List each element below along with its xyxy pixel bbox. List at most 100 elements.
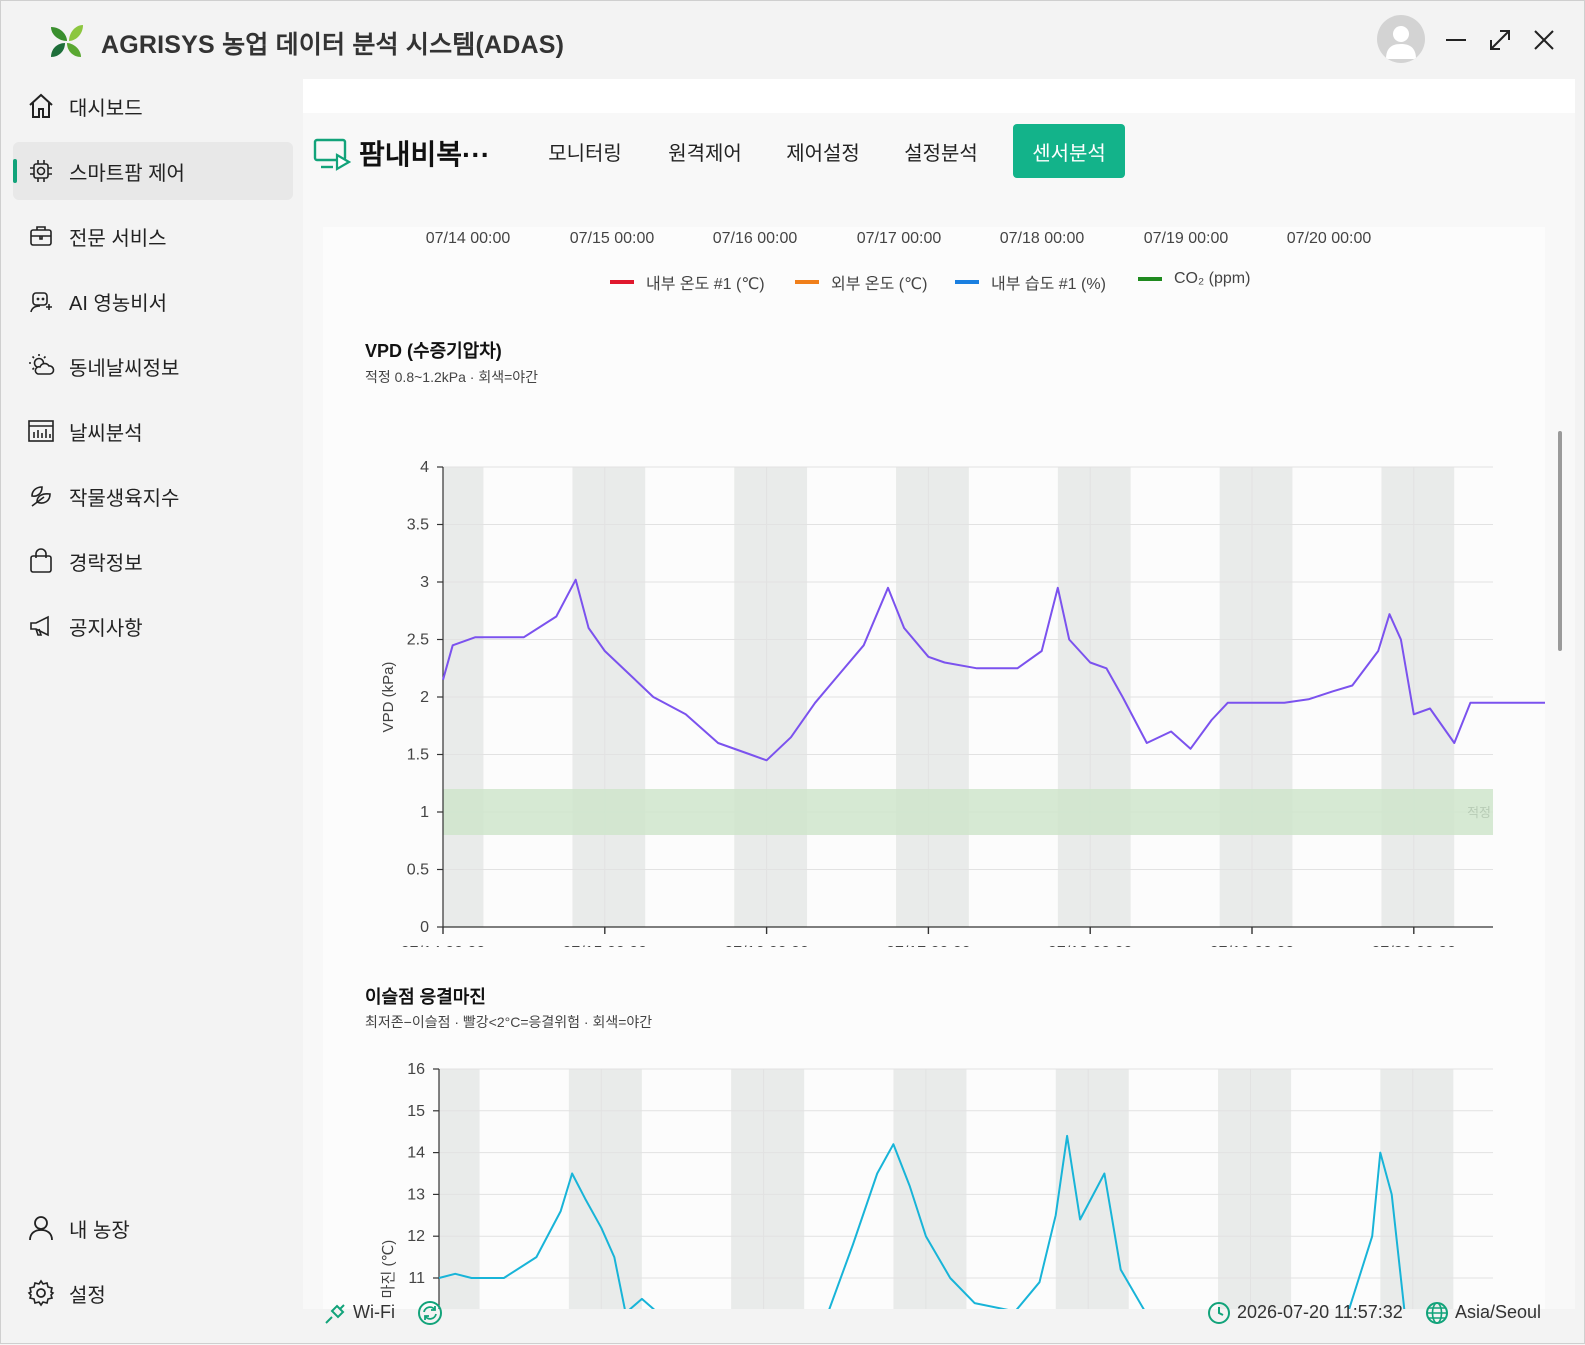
y-tick-label: 0.5	[407, 862, 429, 879]
x-tick-label: 07/20 00:00	[1286, 230, 1372, 247]
legend-label: 외부 온도 (℃)	[831, 276, 928, 293]
x-tick-label: 07/16 00:00	[712, 230, 798, 247]
title-bar: AGRISYS 농업 데이터 분석 시스템(ADAS)	[1, 1, 1585, 83]
night-band	[731, 1069, 805, 1309]
vpd-chart-subtitle: 적정 0.8~1.2kPa · 회색=야간	[365, 369, 539, 385]
megaphone-icon	[27, 612, 55, 640]
monitor-play-icon	[313, 138, 351, 171]
x-tick-label: 07/19 00:00	[1210, 944, 1295, 947]
network-status: Wi-Fi	[353, 1302, 395, 1322]
y-tick-label: 12	[407, 1228, 425, 1245]
dew-chart-title: 이슬점 응결마진	[365, 987, 486, 1007]
sidebar-item-label: AI 영농비서	[69, 292, 168, 315]
y-tick-label: 14	[407, 1145, 425, 1162]
tab-sensor-analysis[interactable]: 센서분석	[1013, 124, 1125, 178]
dew-chart[interactable]: 11 12 13 14 15 16 마진 (℃)	[323, 1033, 1545, 1309]
sidebar-item-auction-info[interactable]: 경락정보	[13, 532, 293, 590]
sidebar-item-label: 설정	[69, 1284, 106, 1307]
legend-item-inner-humidity[interactable]: 내부 습도 #1 (%)	[955, 270, 1106, 294]
leaf-icon	[27, 482, 55, 510]
tab-settings-analysis[interactable]: 설정분석	[889, 124, 993, 178]
home-icon	[27, 92, 55, 120]
expand-icon	[1490, 30, 1510, 50]
sidebar-item-crop-growth-index[interactable]: 작물생육지수	[13, 467, 293, 525]
dew-chart-subtitle: 최저존−이슬점 · 빨강<2°C=응결위험 · 회색=야간	[365, 1014, 653, 1030]
x-tick-label: 07/14 00:00	[425, 230, 511, 247]
vpd-chart-title: VPD (수증기압차)	[365, 341, 502, 361]
avatar[interactable]	[1377, 15, 1425, 63]
sidebar-item-label: 내 농장	[69, 1219, 130, 1242]
legend-swatch	[955, 280, 979, 284]
gear-icon	[27, 1279, 55, 1307]
sidebar-item-label: 경락정보	[69, 552, 143, 575]
maximize-button[interactable]	[1483, 23, 1517, 57]
y-tick-label: 13	[407, 1186, 425, 1203]
x-tick-label: 07/14 00:00	[401, 944, 486, 947]
agrisys-logo-icon	[51, 25, 83, 57]
wifi-plug-icon	[325, 1304, 345, 1324]
timezone: Asia/Seoul	[1455, 1302, 1542, 1322]
sidebar-item-local-weather[interactable]: 동네날씨정보	[13, 337, 293, 395]
x-tick-label: 07/17 00:00	[856, 230, 942, 247]
y-tick-label: 1.5	[407, 747, 429, 764]
status-bar: Wi-Fi 2026-07-20 11:57:32 Asia/Seoul	[303, 1293, 1575, 1333]
chip-icon	[27, 157, 55, 185]
farm-name[interactable]: 팜내비복···	[359, 133, 490, 173]
sidebar-item-label: 스마트팜 제어	[69, 162, 185, 185]
legend-label: 내부 온도 #1 (℃)	[646, 276, 765, 293]
globe-icon	[1426, 1302, 1448, 1324]
sidebar-item-label: 전문 서비스	[69, 227, 167, 250]
y-tick-label: 4	[420, 459, 429, 476]
legend-swatch	[610, 280, 634, 284]
y-axis-label: 마진 (℃)	[380, 1240, 397, 1299]
legend-item-outer-temp[interactable]: 외부 온도 (℃)	[795, 270, 927, 294]
y-tick-label: 2.5	[407, 632, 429, 649]
x-tick-label: 07/19 00:00	[1143, 230, 1229, 247]
vpd-chart[interactable]: 0 0.5 1 1.5 2 2.5 3 3.5 4 07/14 00:00 07/15 00:00 0…	[323, 387, 1545, 947]
chart-card: 07/14 00:00 07/15 00:00 07/16 00:00 07/1…	[323, 227, 1545, 1309]
robot-icon	[27, 287, 55, 315]
sidebar-item-notices[interactable]: 공지사항	[13, 597, 293, 655]
tab-remote-control[interactable]: 원격제어	[653, 124, 757, 178]
x-tick-label: 07/15 00:00	[569, 230, 655, 247]
legend-item-co2[interactable]: CO₂ (ppm)	[1138, 270, 1250, 288]
night-band	[439, 1069, 480, 1309]
legend-swatch	[795, 280, 819, 284]
sidebar-item-label: 동네날씨정보	[69, 357, 180, 380]
sidebar-item-label: 작물생육지수	[69, 487, 180, 510]
minimize-button[interactable]	[1439, 23, 1473, 57]
sidebar-item-weather-analysis[interactable]: 날씨분석	[13, 402, 293, 460]
y-tick-label: 15	[407, 1103, 425, 1120]
sidebar-item-my-farm[interactable]: 내 농장	[13, 1199, 293, 1257]
x-tick-label: 07/17 00:00	[886, 944, 971, 947]
tab-control-settings[interactable]: 제어설정	[771, 124, 875, 178]
night-band	[1218, 1069, 1292, 1309]
y-tick-label: 3.5	[407, 517, 429, 534]
sidebar-item-smartfarm-control[interactable]: 스마트팜 제어	[13, 142, 293, 200]
night-band	[1055, 1069, 1129, 1309]
clock-icon	[1208, 1302, 1230, 1324]
sidebar-item-dashboard[interactable]: 대시보드	[13, 77, 293, 135]
briefcase-icon	[27, 222, 55, 250]
user-avatar-icon	[1386, 26, 1416, 59]
tab-monitoring[interactable]: 모니터링	[535, 124, 635, 178]
weather-icon	[27, 352, 55, 380]
datetime: 2026-07-20 11:57:32	[1237, 1302, 1403, 1322]
x-tick-label: 07/20 00:00	[1372, 944, 1457, 947]
sidebar-item-ai-assistant[interactable]: AI 영농비서	[13, 272, 293, 330]
sidebar-item-expert-service[interactable]: 전문 서비스	[13, 207, 293, 265]
close-icon	[1534, 30, 1554, 50]
app-title: AGRISYS 농업 데이터 분석 시스템(ADAS)	[101, 31, 565, 59]
legend-item-inner-temp[interactable]: 내부 온도 #1 (℃)	[610, 270, 765, 294]
app-window: AGRISYS 농업 데이터 분석 시스템(ADAS) 대시보드 스마트팜 제어…	[0, 0, 1585, 1344]
x-tick-label: 07/16 00:00	[724, 944, 809, 947]
y-tick-label: 1	[420, 804, 429, 821]
refresh-icon[interactable]	[417, 1300, 443, 1326]
sidebar-item-settings[interactable]: 설정	[13, 1264, 293, 1322]
night-band	[893, 1069, 967, 1309]
y-tick-label: 3	[420, 574, 429, 591]
sidebar-item-label: 대시보드	[69, 97, 143, 120]
close-button[interactable]	[1527, 23, 1561, 57]
legend-label: CO₂ (ppm)	[1174, 270, 1251, 287]
scrollbar-thumb[interactable]	[1558, 431, 1562, 651]
